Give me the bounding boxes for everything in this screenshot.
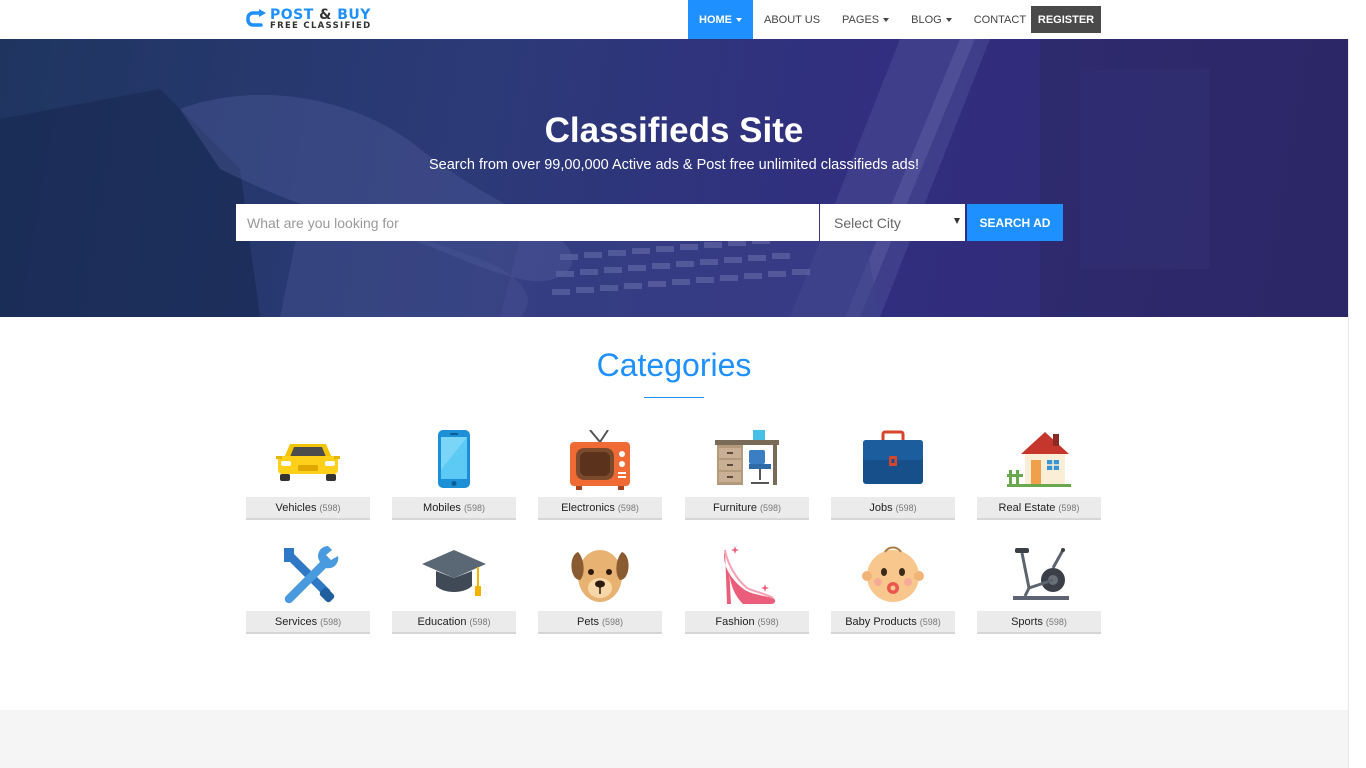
heading-underline [644,397,704,398]
category-name: Sports [1011,615,1043,628]
wrench-screwdriver-icon [284,546,339,604]
category-count: (598) [919,616,941,627]
category-name: Furniture [712,501,757,514]
register-button[interactable]: REGISTER [1031,6,1101,33]
scrollbar[interactable] [1348,39,1366,768]
category-real-estate[interactable]: Real Estate (598) [977,430,1101,530]
caret-down-icon [736,17,742,22]
category-label: Jobs (598) [831,497,955,520]
briefcase-icon [863,430,923,484]
category-name: Pets [576,615,599,628]
hero-subtitle: Search from over 99,00,000 Active ads & … [428,157,920,173]
category-label: Electronics (598) [538,497,662,520]
category-fashion[interactable]: Fashion (598) [685,544,809,644]
footer-band [0,710,1348,768]
hero-background-image [0,39,1348,317]
city-select[interactable]: Select City [820,204,965,241]
category-name: Services [274,615,318,628]
category-label: Services (598) [246,611,370,634]
baby-face-icon [862,546,924,602]
category-label: Furniture (598) [685,497,809,520]
category-name: Baby Products [845,615,917,628]
category-label: Sports (598) [977,611,1101,634]
category-label: Pets (598) [538,611,662,634]
category-count: (598) [757,616,779,627]
category-count: (598) [319,502,341,513]
caret-down-icon [945,17,952,22]
category-count: (598) [463,502,485,513]
category-name: Electronics [561,501,615,514]
nav-home-label: HOME [699,13,732,26]
category-mobiles[interactable]: Mobiles (598) [392,430,516,530]
category-label: Baby Products (598) [831,611,955,634]
category-count: (598) [320,616,342,627]
nav-blog[interactable]: BLOG [900,0,963,39]
category-name: Mobiles [423,501,461,514]
categories-heading: Categories [596,347,752,383]
dropdown-arrow-icon [954,218,960,224]
house-icon [1007,432,1071,487]
category-count: (598) [1058,502,1080,513]
category-label: Vehicles (598) [246,497,370,520]
category-label: Mobiles (598) [392,497,516,520]
category-count: (598) [895,502,917,513]
category-count: (598) [760,502,782,513]
car-icon [276,444,340,481]
caret-down-icon [883,17,890,22]
hero-banner: Classifieds Site Search from over 99,00,… [0,39,1348,317]
category-education[interactable]: Education (598) [392,544,516,644]
dog-icon [571,550,629,602]
category-name: Jobs [869,501,893,514]
category-name: Vehicles [275,501,317,514]
top-navbar: POST & BUY FREE CLASSIFIED HOME ABOUT US… [0,0,1366,39]
category-services[interactable]: Services (598) [246,544,370,644]
category-label: Fashion (598) [685,611,809,634]
category-sports[interactable]: Sports (598) [977,544,1101,644]
category-count: (598) [1045,616,1067,627]
nav-pages-label: PAGES [842,13,880,26]
category-furniture[interactable]: Furniture (598) [685,430,809,530]
category-name: Real Estate [998,501,1056,514]
nav-blog-label: BLOG [911,13,942,26]
high-heel-icon [724,546,776,604]
category-name: Education [417,615,467,628]
tv-icon [570,430,630,490]
logo-arrow-icon [246,9,266,27]
mobile-phone-icon [438,430,470,488]
category-count: (598) [602,616,624,627]
category-vehicles[interactable]: Vehicles (598) [246,430,370,530]
category-baby-products[interactable]: Baby Products (598) [831,544,955,644]
category-label: Education (598) [392,611,516,634]
nav-pages[interactable]: PAGES [831,0,900,39]
nav-home[interactable]: HOME [688,0,753,39]
category-label: Real Estate (598) [977,497,1101,520]
nav-contact[interactable]: CONTACT [963,0,1037,39]
search-input[interactable]: What are you looking for [236,204,819,241]
city-select-value: Select City [834,214,901,231]
logo-text-bottom: FREE CLASSIFIED [270,21,372,31]
main-nav: HOME ABOUT US PAGES BLOG CONTACT [688,0,1037,39]
nav-about-us[interactable]: ABOUT US [753,0,831,39]
graduation-cap-icon [422,550,486,596]
search-ad-button[interactable]: SEARCH AD [967,204,1063,241]
nav-about-label: ABOUT US [764,13,821,26]
category-name: Fashion [715,615,755,628]
category-pets[interactable]: Pets (598) [538,544,662,644]
category-jobs[interactable]: Jobs (598) [831,430,955,530]
nav-contact-label: CONTACT [973,13,1027,26]
category-electronics[interactable]: Electronics (598) [538,430,662,530]
category-count: (598) [469,616,491,627]
category-count: (598) [617,502,639,513]
desk-chair-icon [715,430,779,485]
hero-title: Classifieds Site [544,111,804,150]
site-logo[interactable]: POST & BUY FREE CLASSIFIED [246,7,376,33]
exercise-bike-icon [1013,548,1069,600]
